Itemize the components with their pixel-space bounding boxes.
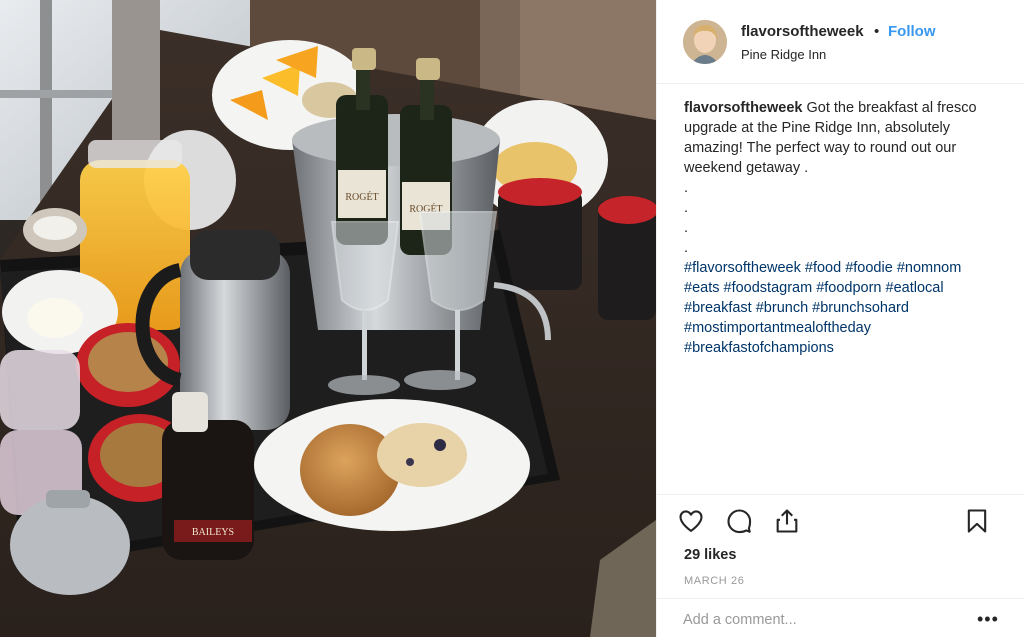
share-icon[interactable]: [773, 507, 801, 535]
baileys-label: BAILEYS: [192, 527, 234, 538]
instagram-post: ROGÉT ROGÉT BAILEYS flavorsoftheweek • F…: [0, 0, 1024, 637]
hashtags[interactable]: #flavorsoftheweek #food #foodie #nomnom: [684, 260, 961, 276]
hashtag-line: #eats #foodstagram #foodporn #eatlocal: [684, 278, 999, 298]
breakfast-tray-image: ROGÉT ROGÉT BAILEYS: [0, 0, 656, 637]
post-sidebar: flavorsoftheweek • Follow Pine Ridge Inn…: [656, 0, 1024, 637]
caption-dot: .: [684, 200, 689, 216]
hashtag-line: #breakfast #brunch #brunchsohard: [684, 298, 999, 318]
hashtag-line: #flavorsoftheweek #food #foodie #nomnom: [684, 258, 999, 278]
avatar-image: [683, 20, 727, 64]
hashtag-line: #breakfastofchampions: [684, 338, 999, 358]
caption-dot: .: [684, 180, 689, 196]
location-link[interactable]: Pine Ridge Inn: [741, 47, 826, 62]
post-photo[interactable]: ROGÉT ROGÉT BAILEYS: [0, 0, 656, 637]
post-header: flavorsoftheweek • Follow Pine Ridge Inn: [657, 0, 1024, 84]
caption-dot: .: [684, 240, 689, 256]
caption-username[interactable]: flavorsoftheweek: [684, 100, 802, 116]
hashtags[interactable]: #eats #foodstagram #foodporn #eatlocal: [684, 280, 944, 296]
bookmark-icon[interactable]: [963, 507, 991, 535]
hashtags[interactable]: #breakfast #brunch #brunchsohard: [684, 300, 909, 316]
comment-input[interactable]: [683, 609, 953, 631]
post-caption: flavorsoftheweek Got the breakfast al fr…: [684, 98, 999, 358]
hashtag-line: #mostimportantmealoftheday: [684, 318, 999, 338]
hashtags[interactable]: #breakfastofchampions: [684, 340, 834, 356]
post-date[interactable]: MARCH 26: [684, 575, 744, 587]
hashtags[interactable]: #mostimportantmealoftheday: [684, 320, 871, 336]
heart-icon[interactable]: [677, 507, 705, 535]
comment-icon[interactable]: [725, 507, 753, 535]
caption-dot: .: [684, 220, 689, 236]
comment-box: •••: [657, 598, 1024, 637]
separator-dot: •: [874, 23, 880, 40]
action-bar: [657, 494, 1024, 546]
bottle-label-left: ROGÉT: [345, 191, 378, 203]
more-options-icon[interactable]: •••: [977, 610, 999, 628]
likes-count[interactable]: 29 likes: [684, 547, 736, 563]
avatar[interactable]: [683, 20, 727, 64]
follow-button[interactable]: Follow: [888, 23, 936, 40]
username-link[interactable]: flavorsoftheweek: [741, 23, 864, 40]
